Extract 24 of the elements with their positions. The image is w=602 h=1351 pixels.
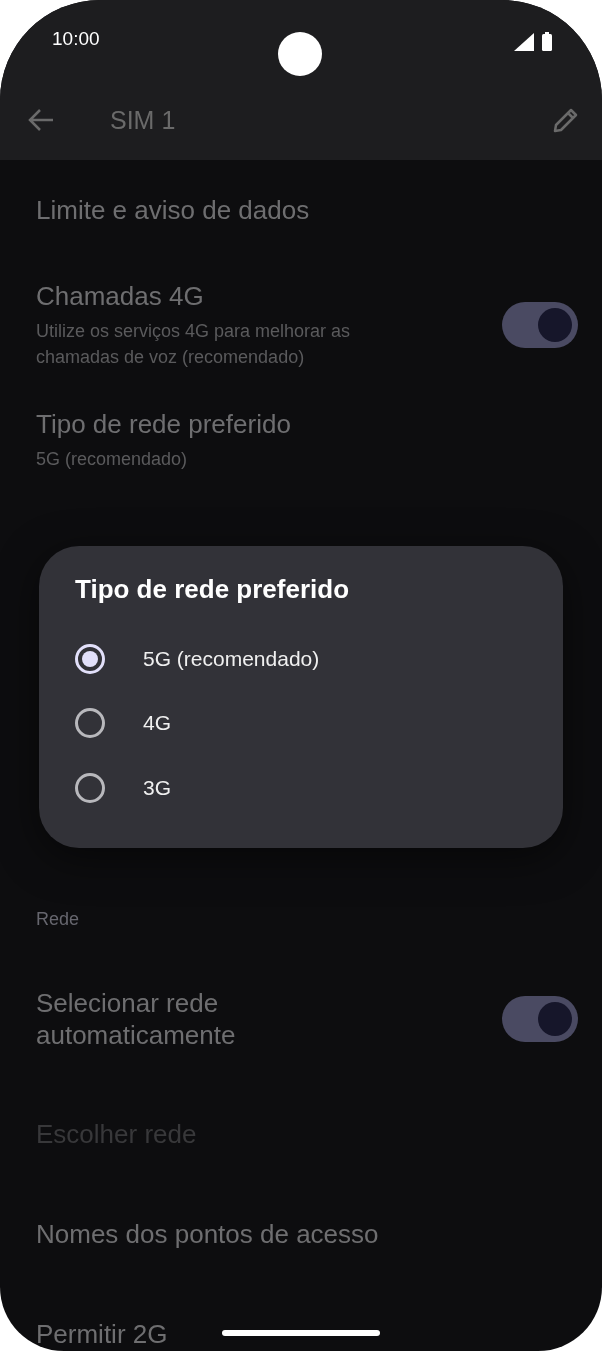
setting-title[interactable]: Limite e aviso de dados xyxy=(36,194,436,226)
back-arrow-icon[interactable] xyxy=(28,108,54,132)
status-time: 10:00 xyxy=(52,28,100,50)
section-header: Rede xyxy=(36,908,80,930)
setting-title[interactable]: Chamadas 4G xyxy=(36,280,366,312)
setting-title[interactable]: Selecionar rede automaticamente xyxy=(36,987,366,1051)
setting-summary: 5G (recomendado) xyxy=(36,448,189,471)
setting-title[interactable]: Tipo de rede preferido xyxy=(36,408,436,440)
camera-cutout xyxy=(278,32,322,76)
battery-icon xyxy=(542,32,552,51)
setting-title[interactable]: Permitir 2G xyxy=(36,1318,436,1350)
radio-button[interactable] xyxy=(75,772,105,803)
dialog-title: Tipo de rede preferido xyxy=(75,574,350,605)
toggle-switch[interactable] xyxy=(502,996,578,1042)
option-label[interactable]: 3G xyxy=(143,775,171,800)
option-label[interactable]: 4G xyxy=(143,711,171,736)
edit-pencil-icon[interactable] xyxy=(552,106,580,134)
radio-button[interactable] xyxy=(75,708,105,739)
toggle-switch[interactable] xyxy=(502,302,578,348)
option-label[interactable]: 5G (recomendado) xyxy=(143,647,320,672)
setting-summary: Utilize os serviços 4G para melhorar as chamadas de voz (recomendado) xyxy=(36,320,352,369)
signal-icon xyxy=(514,32,534,51)
setting-title[interactable]: Nomes dos pontos de acesso xyxy=(36,1218,436,1250)
screen-title: SIM 1 xyxy=(110,105,177,135)
